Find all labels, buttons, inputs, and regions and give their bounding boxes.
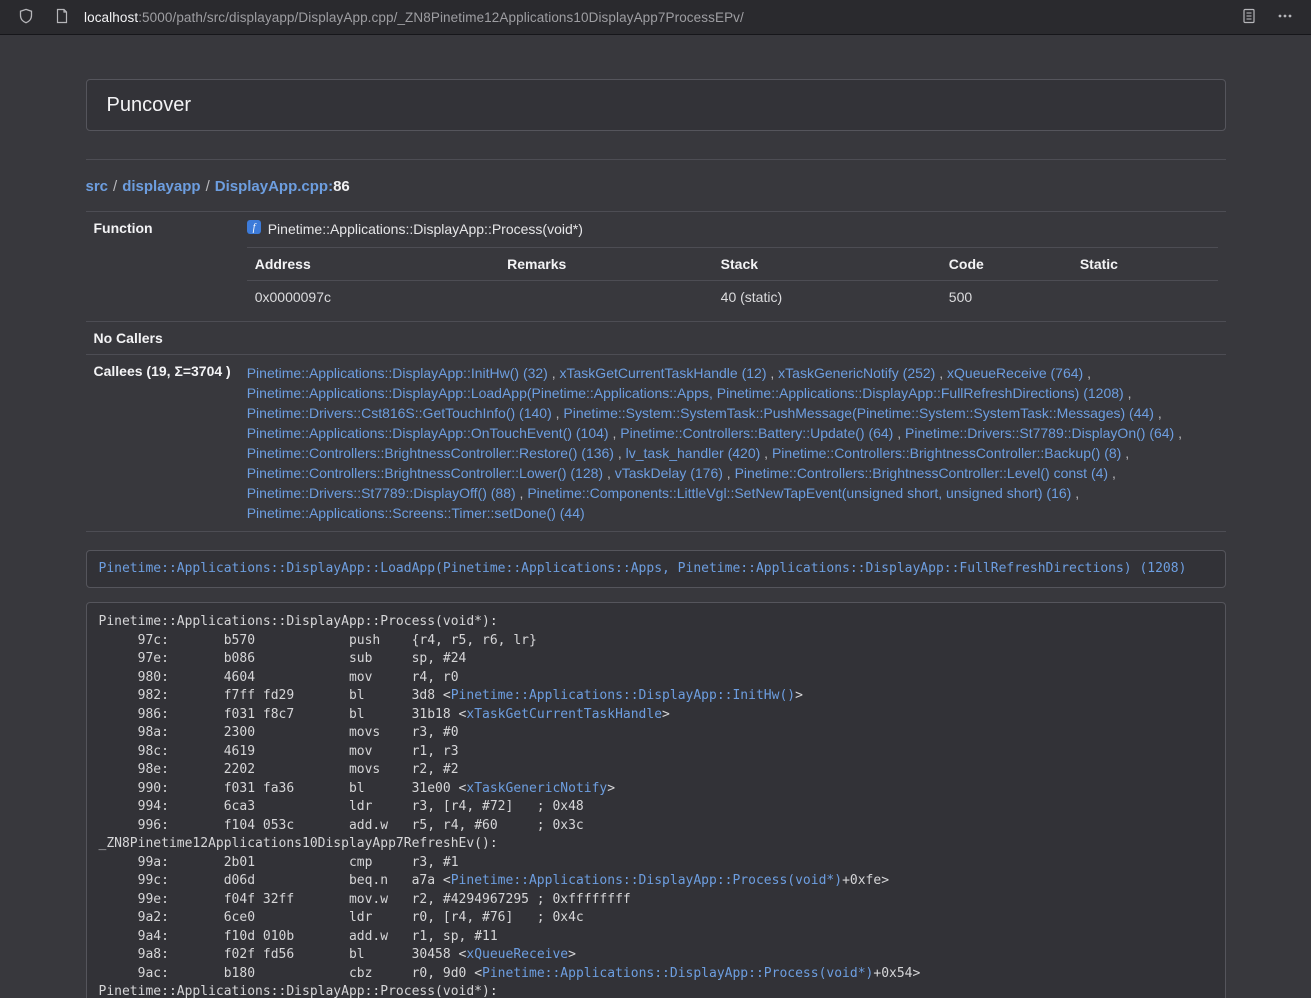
callee-separator: , [767,365,779,381]
callee-separator: , [935,365,947,381]
column-header-static: Static [1072,248,1218,281]
symbol-table: Function f Pinetime::Applications::Displ… [86,211,1226,532]
callee-separator: , [548,365,560,381]
highlighted-symbol-link[interactable]: Pinetime::Applications::DisplayApp::Load… [99,561,1187,576]
meatball-menu-icon [1277,8,1293,27]
detail-value-row: 0x0000097c 40 (static) 500 [247,281,1218,314]
function-type-icon: f [247,220,261,237]
function-cell: f Pinetime::Applications::DisplayApp::Pr… [239,212,1226,322]
url-host: localhost [84,10,138,25]
callee-separator: , [603,465,615,481]
divider [86,159,1226,160]
function-detail-table: Address Remarks Stack Code Static 0x0000… [247,247,1218,313]
callees-row: Callees (19, Σ=3704 ) Pinetime::Applicat… [86,355,1226,532]
callee-link[interactable]: Pinetime::Controllers::BrightnessControl… [247,465,603,481]
breadcrumb-separator: / [113,178,117,195]
code-value: 500 [941,281,1072,314]
callee-link[interactable]: xTaskGetCurrentTaskHandle (12) [560,365,767,381]
callee-link[interactable]: Pinetime::Applications::DisplayApp::Load… [247,385,1124,401]
callee-separator: , [614,445,626,461]
disassembly-symbol-link[interactable]: xQueueReceive [466,947,568,962]
static-value [1072,281,1218,314]
callee-separator: , [552,405,564,421]
breadcrumb: src/displayapp/DisplayApp.cpp:86 [86,178,1226,195]
callees-cell: Pinetime::Applications::DisplayApp::Init… [239,355,1226,532]
callee-separator: , [893,425,905,441]
callee-link[interactable]: Pinetime::Drivers::Cst816S::GetTouchInfo… [247,405,552,421]
callee-separator: , [1154,405,1162,421]
tracking-protection-shield-button[interactable] [12,4,40,30]
callee-separator: , [723,465,735,481]
callee-link[interactable]: Pinetime::Applications::Screens::Timer::… [247,505,585,521]
overflow-menu-button[interactable] [1271,4,1299,30]
callee-separator: , [1121,445,1129,461]
disassembly-symbol-link[interactable]: xTaskGenericNotify [466,781,607,796]
callee-separator: , [760,445,772,461]
column-header-address: Address [247,248,499,281]
disassembly-symbol-link[interactable]: Pinetime::Applications::DisplayApp::Proc… [482,966,873,981]
page-icon [55,8,69,27]
disassembly-symbol-link[interactable]: xTaskGetCurrentTaskHandle [466,707,662,722]
callee-link[interactable]: Pinetime::Components::LittleVgl::SetNewT… [527,485,1071,501]
callee-separator: , [1174,425,1182,441]
callee-link[interactable]: vTaskDelay (176) [615,465,723,481]
no-callers-label: No Callers [86,322,239,355]
callee-link[interactable]: Pinetime::Controllers::BrightnessControl… [735,465,1108,481]
page-title: Puncover [107,94,1205,116]
callee-link[interactable]: Pinetime::Applications::DisplayApp::OnTo… [247,425,609,441]
callee-link[interactable]: Pinetime::Drivers::St7789::DisplayOff() … [247,485,516,501]
breadcrumb-link-file[interactable]: DisplayApp.cpp: [215,178,333,195]
url-bar[interactable]: localhost:5000/path/src/displayapp/Displ… [84,10,1227,25]
disassembly-pre: Pinetime::Applications::DisplayApp::Proc… [86,602,1226,998]
breadcrumb-link-displayapp[interactable]: displayapp [122,178,200,195]
callee-link[interactable]: Pinetime::Controllers::BrightnessControl… [772,445,1121,461]
detail-header-row: Address Remarks Stack Code Static [247,248,1218,281]
callee-link[interactable]: Pinetime::Drivers::St7789::DisplayOn() (… [905,425,1174,441]
breadcrumb-link-src[interactable]: src [86,178,109,195]
callee-separator: , [609,425,621,441]
url-path: :5000/path/src/displayapp/DisplayApp.cpp… [138,10,744,25]
callee-separator: , [1108,465,1116,481]
callees-label: Callees (19, Σ=3704 ) [86,355,239,532]
disassembly-symbol-link[interactable]: Pinetime::Applications::DisplayApp::Init… [451,688,795,703]
browser-window: localhost:5000/path/src/displayapp/Displ… [0,0,1311,998]
breadcrumb-line-number: 86 [333,178,350,195]
stack-value: 40 (static) [713,281,941,314]
site-identity-button[interactable] [48,4,76,30]
highlighted-symbol-panel: Pinetime::Applications::DisplayApp::Load… [86,550,1226,588]
callee-separator: , [1083,365,1091,381]
disassembly-symbol-link[interactable]: Pinetime::Applications::DisplayApp::Proc… [451,873,842,888]
callee-link[interactable]: xQueueReceive (764) [947,365,1083,381]
function-name-line: f Pinetime::Applications::DisplayApp::Pr… [247,220,1218,237]
callee-link[interactable]: Pinetime::System::SystemTask::PushMessag… [563,405,1154,421]
page-content: Puncover src/displayapp/DisplayApp.cpp:8… [86,35,1226,998]
shield-icon [18,8,34,27]
callee-link[interactable]: Pinetime::Controllers::BrightnessControl… [247,445,614,461]
callee-link[interactable]: Pinetime::Applications::DisplayApp::Init… [247,365,548,381]
address-value: 0x0000097c [247,281,499,314]
browser-toolbar: localhost:5000/path/src/displayapp/Displ… [0,0,1311,35]
no-callers-row: No Callers [86,322,1226,355]
callee-link[interactable]: lv_task_handler (420) [626,445,761,461]
column-header-code: Code [941,248,1072,281]
function-row: Function f Pinetime::Applications::Displ… [86,212,1226,322]
breadcrumb-separator: / [206,178,210,195]
column-header-remarks: Remarks [499,248,713,281]
callee-link[interactable]: xTaskGenericNotify (252) [778,365,935,381]
column-header-stack: Stack [713,248,941,281]
remarks-value [499,281,713,314]
callee-separator: , [516,485,528,501]
callee-separator: , [1124,385,1132,401]
page-title-panel: Puncover [86,79,1226,131]
function-row-label: Function [86,212,239,322]
function-name: Pinetime::Applications::DisplayApp::Proc… [268,221,583,237]
callee-link[interactable]: Pinetime::Controllers::Battery::Update()… [620,425,893,441]
no-callers-cell [239,322,1226,355]
reader-mode-button[interactable] [1235,4,1263,30]
callee-separator: , [1071,485,1079,501]
reader-mode-icon [1242,8,1256,27]
